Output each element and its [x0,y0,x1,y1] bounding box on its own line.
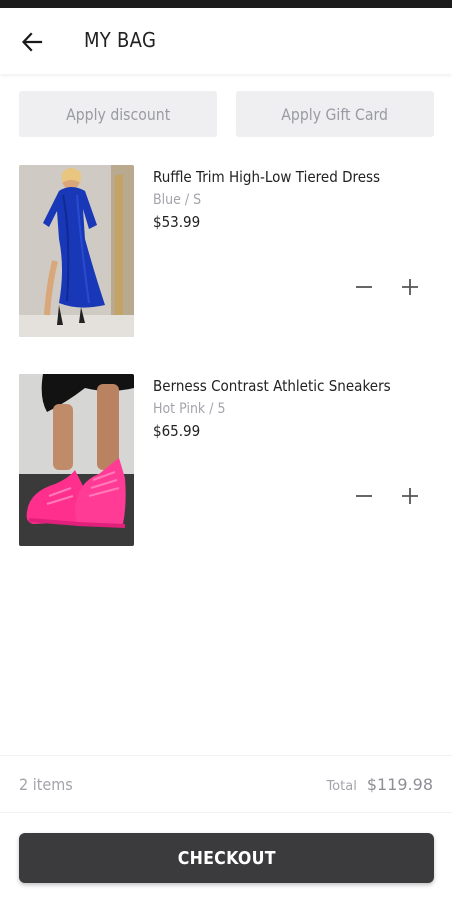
status-bar [0,0,452,8]
promo-actions: Apply discount Apply Gift Card [19,91,434,137]
checkout-label: CHECKOUT [177,847,276,869]
item-price: $53.99 [153,213,201,231]
item-variant: Hot Pink / 5 [153,401,226,417]
increase-quantity-button[interactable] [400,277,420,297]
order-summary: 2 items Total $119.98 [0,755,452,813]
quantity-stepper [354,275,420,299]
item-count: 2 items [19,775,73,794]
back-button[interactable] [18,28,46,56]
item-name[interactable]: Ruffle Trim High-Low Tiered Dress [153,168,380,186]
item-price: $65.99 [153,422,201,440]
pink-sneakers-photo [19,374,134,546]
item-details: Berness Contrast Athletic Sneakers Hot P… [153,376,434,440]
product-image-pink-sneakers[interactable] [19,374,134,546]
checkout-button[interactable]: CHECKOUT [19,833,434,883]
item-name[interactable]: Berness Contrast Athletic Sneakers [153,377,391,395]
apply-discount-button[interactable]: Apply discount [19,91,217,137]
decrease-quantity-button[interactable] [354,486,374,506]
item-details: Ruffle Trim High-Low Tiered Dress Blue /… [153,167,434,231]
item-variant: Blue / S [153,192,202,208]
minus-icon [356,286,372,288]
order-total: Total $119.98 [326,775,433,794]
page-title: MY BAG [84,28,157,52]
apply-discount-label: Apply discount [65,104,171,124]
plus-icon [402,488,418,504]
total-label: Total [326,779,357,794]
total-value: $119.98 [366,775,433,794]
product-image-blue-dress[interactable] [19,165,134,337]
apply-gift-card-label: Apply Gift Card [281,104,389,124]
minus-icon [356,495,372,497]
app-header: MY BAG [0,8,452,74]
arrow-left-icon [21,32,43,52]
decrease-quantity-button[interactable] [354,277,374,297]
increase-quantity-button[interactable] [400,486,420,506]
plus-icon [402,279,418,295]
blue-dress-photo [19,165,134,337]
bag-item: Ruffle Trim High-Low Tiered Dress Blue /… [19,165,434,337]
bag-item: Berness Contrast Athletic Sneakers Hot P… [19,374,434,546]
quantity-stepper [354,484,420,508]
apply-gift-card-button[interactable]: Apply Gift Card [236,91,434,137]
